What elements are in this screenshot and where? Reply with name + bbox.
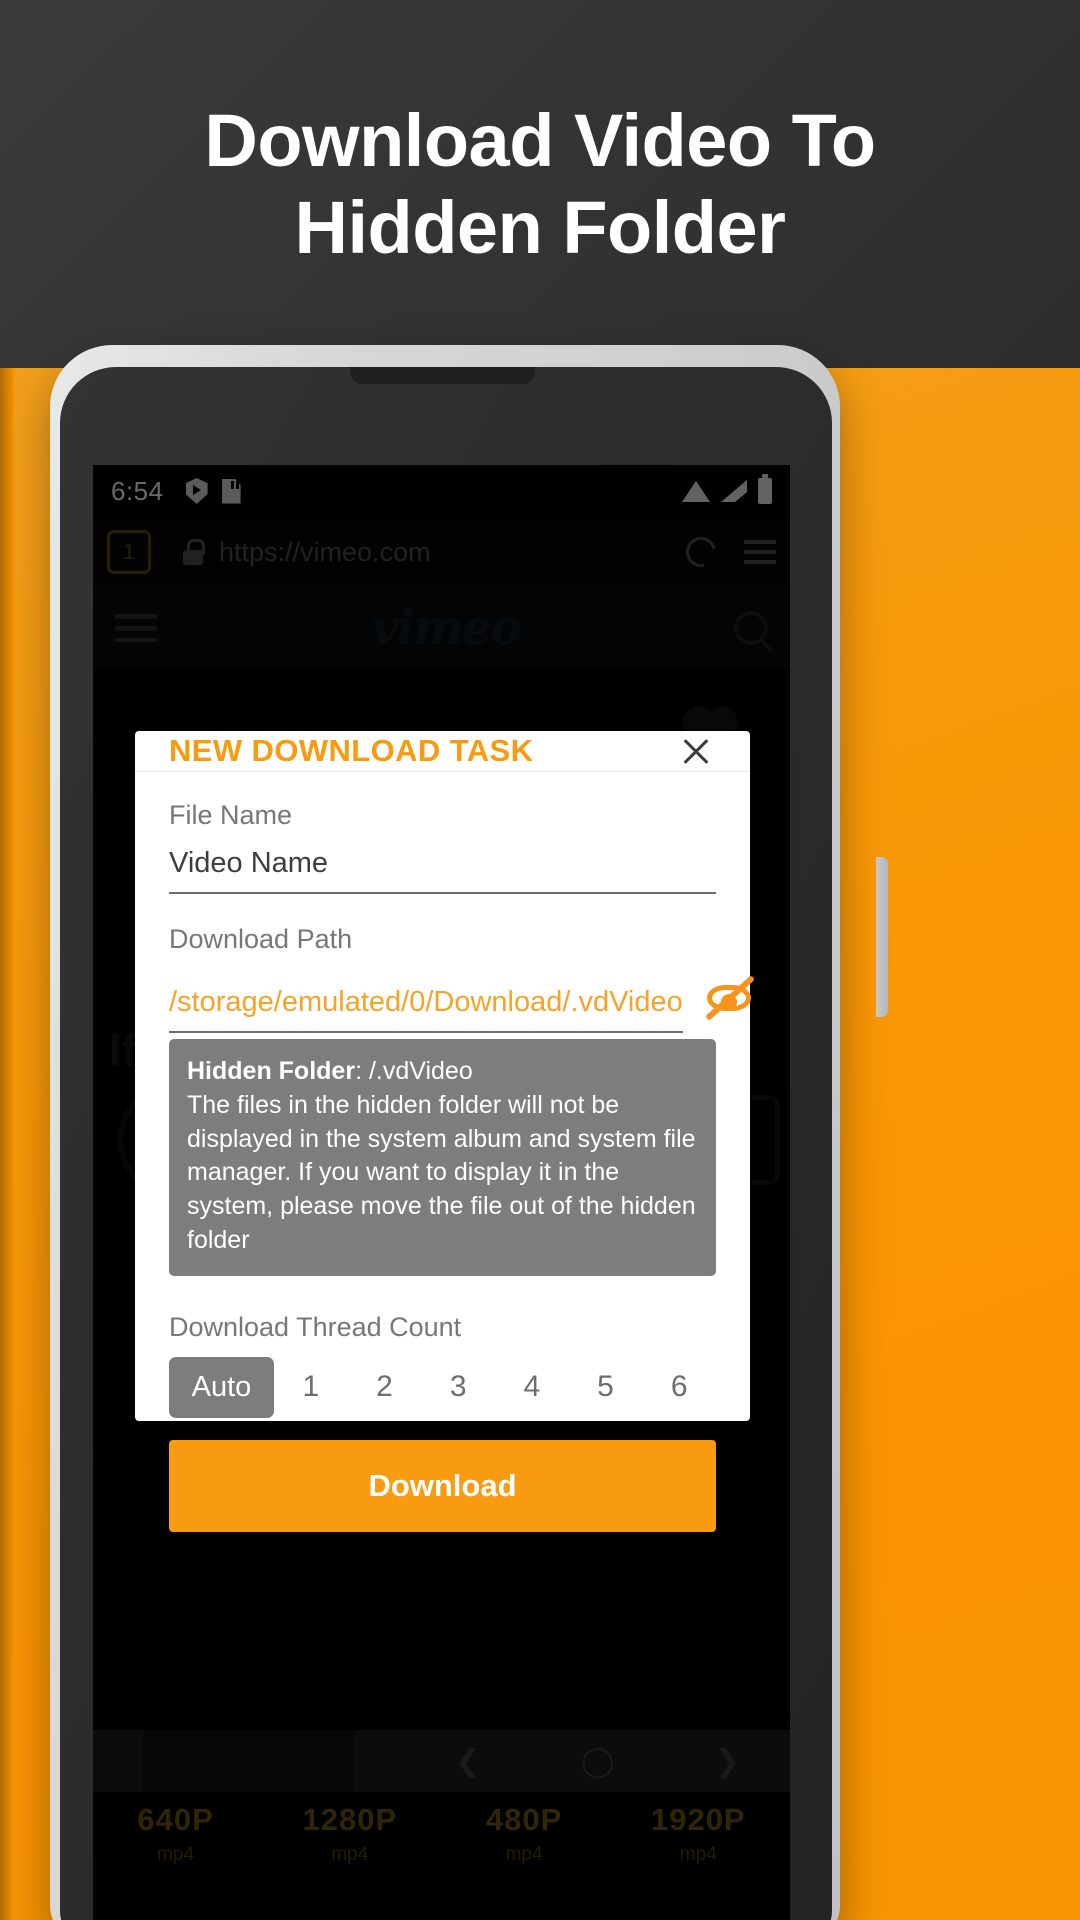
download-button[interactable]: Download	[169, 1439, 716, 1532]
banner-title: Download Video To Hidden Folder	[90, 97, 990, 272]
file-name-underline	[169, 892, 716, 894]
thread-option-2[interactable]: 2	[348, 1370, 422, 1404]
download-path-input[interactable]: /storage/emulated/0/Download/.vdVideo	[169, 986, 683, 1031]
thread-option-auto[interactable]: Auto	[169, 1356, 274, 1418]
banner-title-line1: Download Video To	[204, 98, 876, 182]
hidden-folder-heading-bold: Hidden Folder	[187, 1057, 356, 1085]
thread-count-label: Download Thread Count	[169, 1311, 462, 1342]
promo-banner: Download Video To Hidden Folder	[0, 0, 1080, 368]
thread-option-4[interactable]: 4	[495, 1370, 569, 1404]
thread-count-options: Auto 1 2 3 4 5 6	[169, 1356, 716, 1418]
left-edge-shade	[0, 368, 14, 1920]
download-path-underline	[169, 1031, 683, 1033]
download-path-row: /storage/emulated/0/Download/.vdVideo	[169, 971, 755, 1033]
thread-option-3[interactable]: 3	[421, 1370, 495, 1404]
hidden-folder-heading: Hidden Folder: /.vdVideo	[187, 1055, 698, 1089]
download-path-label: Download Path	[169, 924, 353, 954]
hidden-folder-heading-rest: : /.vdVideo	[355, 1057, 473, 1085]
phone-notch	[350, 367, 535, 384]
hidden-folder-info: Hidden Folder: /.vdVideo The files in th…	[169, 1039, 716, 1276]
file-name-label: File Name	[169, 800, 293, 830]
banner-title-line2: Hidden Folder	[294, 186, 786, 269]
thread-option-6[interactable]: 6	[642, 1370, 716, 1404]
dialog-header: NEW DOWNLOAD TASK	[135, 731, 750, 772]
dialog-title: NEW DOWNLOAD TASK	[169, 733, 534, 768]
eye-off-icon[interactable]	[701, 971, 757, 1027]
thread-option-5[interactable]: 5	[569, 1370, 643, 1404]
thread-option-1[interactable]: 1	[274, 1370, 348, 1404]
file-name-input[interactable]: Video Name	[169, 847, 716, 892]
hidden-folder-body: The files in the hidden folder will not …	[187, 1090, 696, 1254]
power-button[interactable]	[876, 857, 888, 1017]
new-download-task-dialog: NEW DOWNLOAD TASK File Name Video Name D…	[135, 731, 755, 1532]
dialog-body: File Name Video Name Download Path /stor…	[135, 772, 755, 1532]
close-icon[interactable]	[676, 731, 716, 771]
